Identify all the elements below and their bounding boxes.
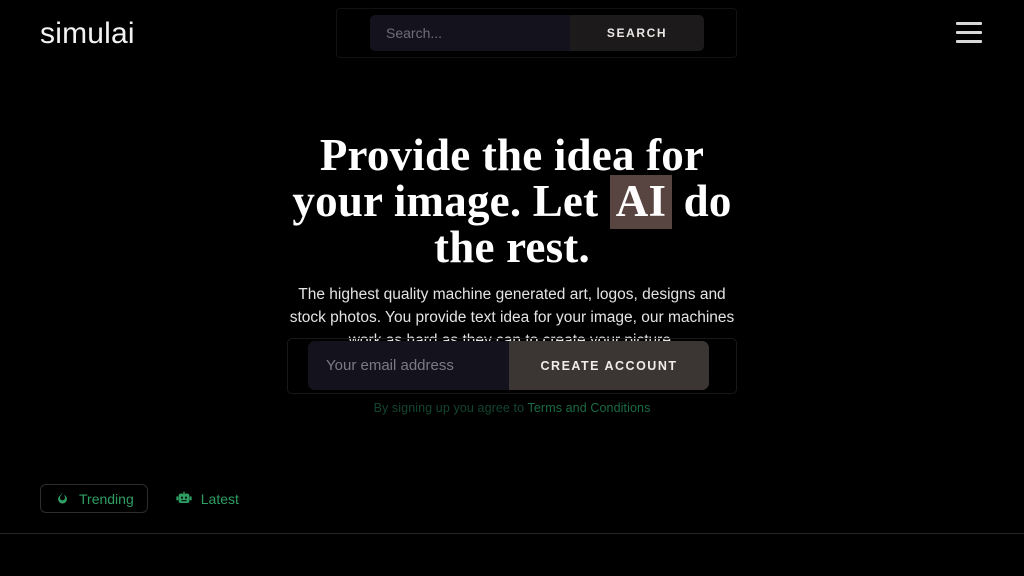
menu-bar-middle: [956, 31, 982, 34]
terms-prefix-text: By signing up you agree to: [373, 401, 528, 415]
robot-icon: [176, 491, 192, 507]
tab-latest-label: Latest: [200, 490, 239, 507]
tab-trending[interactable]: Trending: [40, 484, 148, 513]
search-form: SEARCH: [370, 15, 704, 51]
flame-icon: [54, 491, 70, 507]
search-input[interactable]: [370, 15, 570, 51]
tab-trending-label: Trending: [79, 490, 134, 507]
hero-section: Provide the idea for your image. Let AI …: [0, 132, 1024, 352]
search-button[interactable]: SEARCH: [570, 15, 704, 51]
tab-latest[interactable]: Latest: [162, 484, 253, 513]
site-logo[interactable]: simulai: [40, 17, 135, 51]
page-title: Provide the idea for your image. Let AI …: [277, 132, 747, 270]
site-header: simulai SEARCH: [0, 0, 1024, 66]
terms-and-conditions-link[interactable]: Terms and Conditions: [528, 401, 651, 415]
email-field[interactable]: [308, 341, 509, 390]
terms-notice: By signing up you agree to Terms and Con…: [0, 401, 1024, 415]
section-divider: [0, 533, 1024, 534]
feed-tabs: Trending Latest: [40, 484, 253, 513]
menu-bar-top: [956, 22, 982, 25]
hamburger-menu-icon[interactable]: [956, 22, 982, 43]
create-account-button[interactable]: CREATE ACCOUNT: [509, 341, 709, 390]
headline-highlight-ai: AI: [609, 175, 673, 229]
menu-bar-bottom: [956, 40, 982, 43]
signup-form: CREATE ACCOUNT: [308, 341, 709, 390]
